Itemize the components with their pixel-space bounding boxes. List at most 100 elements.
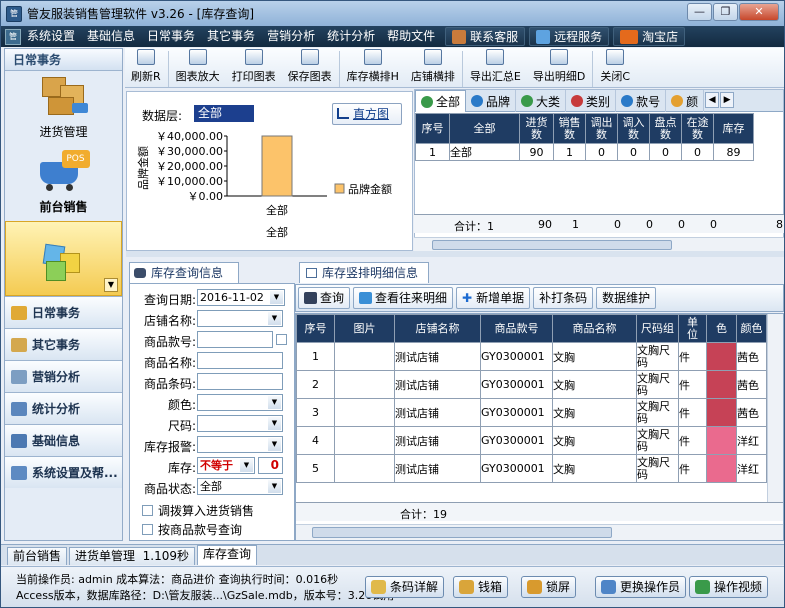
size-select[interactable]: ▼: [197, 415, 283, 432]
sidebar-item-basic-info[interactable]: 基础信息: [5, 424, 122, 456]
menu-statistics[interactable]: 统计分析: [321, 26, 381, 47]
stock-operator-select[interactable]: 不等于 ▼: [197, 457, 255, 474]
dropdown-arrow-icon[interactable]: ▼: [268, 417, 281, 430]
query-button[interactable]: 查询: [298, 287, 351, 309]
scroll-thumb[interactable]: [432, 240, 672, 250]
tab-color[interactable]: 颜: [666, 90, 705, 112]
style-query-checkbox[interactable]: 按商品款号查询: [142, 521, 292, 537]
column-header: 盘点数: [649, 113, 682, 144]
sidebar-item-system-settings[interactable]: 系统设置及帮...: [5, 456, 122, 488]
sidebar-item-other-affairs[interactable]: 其它事务: [5, 328, 122, 360]
window-tab-purchase[interactable]: 进货单管理 1.109秒: [69, 547, 196, 565]
barcode-detail-button[interactable]: 条码详解: [365, 576, 445, 598]
table-row[interactable]: 4 测试店铺 GY0300001 文胸 文胸尺码件洋红: [296, 426, 767, 455]
zoom-chart-button[interactable]: 图表放大: [170, 49, 226, 87]
minimize-button[interactable]: —: [687, 3, 712, 21]
switch-operator-button[interactable]: 更换操作员: [595, 576, 687, 598]
table-row[interactable]: 5 测试店铺 GY0300001 文胸 文胸尺码件洋红: [296, 454, 767, 483]
pane-splitter[interactable]: [126, 251, 784, 257]
style-no-checkbox[interactable]: [276, 334, 287, 345]
histogram-button[interactable]: 直方图: [332, 103, 402, 125]
product-status-select[interactable]: 全部 ▼: [197, 478, 283, 495]
table-cell: 4: [296, 426, 335, 455]
save-chart-button[interactable]: 保存图表: [282, 49, 338, 87]
detail-horizontal-scrollbar[interactable]: [296, 524, 783, 540]
sidebar-front-sales[interactable]: POS 前台销售: [5, 146, 122, 221]
data-level-select[interactable]: 全部: [194, 105, 254, 122]
stock-horizontal-button[interactable]: 库存横排H: [341, 49, 405, 87]
dropdown-arrow-icon[interactable]: ▼: [268, 312, 281, 325]
contact-support-button[interactable]: 联系客服: [445, 27, 526, 46]
tab-scroll-right-icon[interactable]: ▶: [720, 92, 735, 108]
barcode-input[interactable]: [197, 373, 283, 390]
checkbox-box[interactable]: [142, 505, 153, 516]
summary-horizontal-scrollbar[interactable]: [414, 237, 784, 251]
tab-category-major[interactable]: 大类: [516, 90, 567, 112]
window-tab-front-sales[interactable]: 前台销售: [7, 547, 68, 565]
lock-screen-button[interactable]: 锁屏: [521, 576, 577, 598]
stock-alert-select[interactable]: ▼: [197, 436, 283, 453]
tab-brand[interactable]: 品牌: [466, 90, 517, 112]
sidebar-item-statistics[interactable]: 统计分析: [5, 392, 122, 424]
table-cell: GY0300001: [480, 398, 553, 427]
tab-stock-vertical-detail[interactable]: 库存竖排明细信息: [299, 262, 429, 283]
window-tab-inventory-query[interactable]: 库存查询: [197, 545, 258, 565]
detail-vertical-scrollbar[interactable]: [767, 314, 783, 514]
tab-category[interactable]: 类别: [566, 90, 617, 112]
transfer-checkbox[interactable]: 调拨算入进货销售: [142, 502, 292, 518]
menu-daily-affairs[interactable]: 日常事务: [141, 26, 201, 47]
product-name-input[interactable]: [197, 352, 283, 369]
new-document-button[interactable]: ✚ 新增单据: [456, 287, 531, 309]
summary-total-row: 合计：1 90 1 0 0 0 0 8: [414, 214, 784, 233]
print-chart-button[interactable]: 打印图表: [226, 49, 282, 87]
sidebar-inventory-selected[interactable]: ▼: [5, 221, 122, 296]
dropdown-arrow-icon[interactable]: ▼: [240, 459, 253, 472]
close-button[interactable]: 关闭C: [594, 49, 636, 87]
remote-service-button[interactable]: 远程服务: [529, 27, 610, 46]
taobao-button[interactable]: 淘宝店: [613, 27, 686, 46]
table-row[interactable]: 2 测试店铺 GY0300001 文胸 文胸尺码件茜色: [296, 370, 767, 399]
barcode-detail-label: 条码详解: [390, 580, 439, 594]
menu-marketing-analysis[interactable]: 营销分析: [261, 26, 321, 47]
field-label: 库存:: [167, 461, 196, 475]
refresh-button[interactable]: 刷新R: [125, 49, 167, 87]
expand-chevron-icon[interactable]: ▼: [104, 278, 118, 292]
close-window-button[interactable]: ✕: [739, 3, 779, 21]
menu-other-affairs[interactable]: 其它事务: [201, 26, 261, 47]
table-row[interactable]: 1 测试店铺 GY0300001 文胸 文胸尺码件茜色: [296, 342, 767, 371]
checkbox-box[interactable]: [142, 524, 153, 535]
dropdown-arrow-icon[interactable]: ▼: [268, 438, 281, 451]
tab-all[interactable]: 全部: [415, 90, 467, 112]
tab-scroll-left-icon[interactable]: ◀: [705, 92, 720, 108]
scroll-thumb[interactable]: [312, 527, 612, 538]
menu-system-settings[interactable]: 系统设置: [21, 26, 81, 47]
stock-value-input[interactable]: 0: [258, 457, 283, 474]
store-horizontal-button[interactable]: 店铺横排: [405, 49, 461, 87]
export-detail-button[interactable]: 导出明细D: [527, 49, 591, 87]
dropdown-arrow-icon[interactable]: ▼: [268, 396, 281, 409]
table-row[interactable]: 3 测试店铺 GY0300001 文胸 文胸尺码件茜色: [296, 398, 767, 427]
sidebar-item-daily-affairs[interactable]: 日常事务: [5, 296, 122, 328]
export-summary-button[interactable]: 导出汇总E: [464, 49, 527, 87]
table-row[interactable]: 1 全部 90 1 0 0 0 0 89: [415, 143, 754, 161]
grid-icon: [363, 49, 382, 65]
product-status-row: 商品状态: 全部 ▼: [130, 477, 296, 497]
view-history-button[interactable]: 查看往来明细: [353, 287, 454, 309]
dropdown-arrow-icon[interactable]: ▼: [268, 480, 281, 493]
reprint-barcode-button[interactable]: 补打条码: [533, 287, 594, 309]
menu-help[interactable]: 帮助文件: [381, 26, 441, 47]
tab-query-info[interactable]: 库存查询信息: [129, 262, 239, 283]
cash-box-button[interactable]: 钱箱: [453, 576, 509, 598]
style-no-input[interactable]: [197, 331, 273, 348]
tutorial-video-button[interactable]: 操作视频: [689, 576, 769, 598]
tab-style-no[interactable]: 款号: [616, 90, 667, 112]
sidebar-item-marketing[interactable]: 营销分析: [5, 360, 122, 392]
query-date-input[interactable]: 2016-11-02 ▼: [197, 289, 285, 306]
sidebar-purchase-management[interactable]: 进货管理: [5, 71, 122, 146]
color-select[interactable]: ▼: [197, 394, 283, 411]
dropdown-arrow-icon[interactable]: ▼: [270, 291, 283, 304]
menu-basic-info[interactable]: 基础信息: [81, 26, 141, 47]
data-maintenance-button[interactable]: 数据维护: [596, 287, 657, 309]
maximize-button[interactable]: ❐: [713, 3, 738, 21]
store-name-select[interactable]: ▼: [197, 310, 283, 327]
